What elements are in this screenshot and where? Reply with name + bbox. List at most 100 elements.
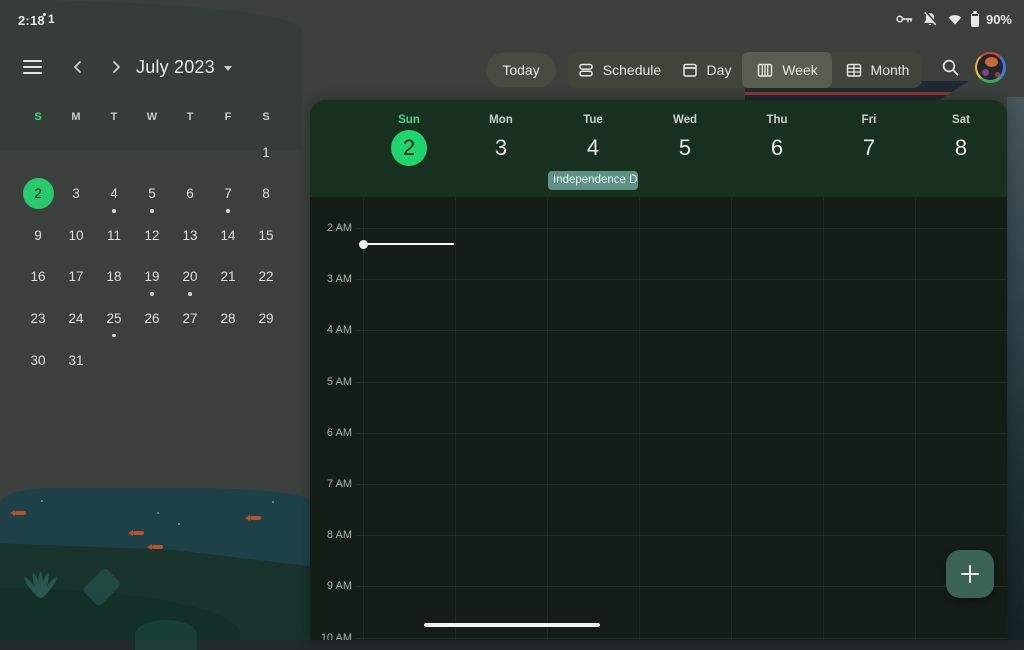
mini-date-cell[interactable]: 6 (171, 178, 209, 210)
event-dot-icon (188, 292, 192, 296)
mini-date-cell[interactable]: 11 (95, 219, 133, 251)
wifi-icon (946, 10, 964, 28)
mini-date-cell[interactable]: 12 (133, 219, 171, 251)
mini-date-cell[interactable]: 26 (133, 302, 171, 334)
fish-icon (250, 516, 261, 520)
week-day-header[interactable]: Sun2 (363, 100, 455, 197)
event-dot-icon (112, 334, 116, 338)
hour-label: 4 AM (310, 323, 352, 337)
mini-date-cell[interactable]: 22 (247, 261, 285, 293)
hour-label: 5 AM (310, 375, 352, 389)
mini-date-cell[interactable]: 10 (57, 219, 95, 251)
grid-hour-line (356, 484, 1007, 485)
bubble (272, 501, 274, 503)
mini-date-cell[interactable]: 7 (209, 178, 247, 210)
mini-date-cell[interactable]: 15 (247, 219, 285, 251)
month-selector[interactable]: July 2023 (136, 50, 232, 84)
battery-icon (971, 13, 979, 27)
grid-hour-line (356, 535, 1007, 536)
mini-date-cell[interactable]: 18 (95, 261, 133, 293)
next-week-button[interactable] (99, 50, 133, 84)
week-grid[interactable]: 2 AM3 AM4 AM5 AM6 AM7 AM8 AM9 AM10 AM (310, 197, 1007, 640)
mini-date-cell[interactable]: 3 (57, 178, 95, 210)
day-number: 6 (759, 130, 795, 166)
hour-label: 9 AM (310, 579, 352, 593)
bubble (41, 500, 43, 502)
chevron-right-icon (106, 57, 126, 77)
grid-column-line (547, 197, 548, 640)
mini-date-cell[interactable]: 16 (19, 261, 57, 293)
grid-hour-line (356, 279, 1007, 280)
mini-date-cell[interactable]: 24 (57, 302, 95, 334)
mini-date-cell[interactable]: 27 (171, 302, 209, 334)
week-day-header[interactable]: Sat8 (915, 100, 1007, 197)
mini-day-header: M (57, 111, 95, 123)
week-view-panel: Sun2Mon3Tue4Wed5Thu6Fri7Sat8Independence… (310, 100, 1007, 640)
hamburger-icon (23, 60, 42, 74)
week-icon (756, 61, 774, 79)
mini-date-cell[interactable]: 8 (247, 178, 285, 210)
mini-date-cell[interactable]: 13 (171, 219, 209, 251)
month-icon (845, 61, 863, 79)
mini-date-cell[interactable]: 31 (57, 344, 95, 376)
grid-column-line (455, 197, 456, 640)
mini-date-cell[interactable]: 9 (19, 219, 57, 251)
grid-hour-line (356, 586, 1007, 587)
avatar (975, 52, 1006, 83)
bubble (157, 512, 159, 514)
mini-day-header: S (19, 111, 57, 123)
mini-date-cell[interactable]: 14 (209, 219, 247, 251)
day-number: 7 (851, 130, 887, 166)
mini-calendar: SMTWTFS 12345678910111213141516171819202… (19, 105, 285, 385)
mini-date-cell[interactable]: 30 (19, 344, 57, 376)
account-avatar[interactable] (971, 48, 1009, 86)
mini-date-cell[interactable]: 28 (209, 302, 247, 334)
status-bar: 2:18 1 90% (0, 0, 1024, 42)
mini-date-cell[interactable]: 17 (57, 261, 95, 293)
grid-column-line (731, 197, 732, 640)
day-name: Tue (547, 114, 639, 126)
week-day-header[interactable]: Mon3 (455, 100, 547, 197)
mini-date-cell[interactable]: 25 (95, 302, 133, 334)
notifications-off-icon (921, 10, 939, 28)
mini-date-cell[interactable]: 29 (247, 302, 285, 334)
create-event-fab[interactable] (946, 550, 994, 598)
fish-icon (152, 545, 163, 549)
mini-date-cell[interactable]: 19 (133, 261, 171, 293)
day-number: 5 (667, 130, 703, 166)
event-dot-icon (150, 209, 154, 213)
view-tab-week[interactable]: Week (742, 52, 832, 88)
week-day-header[interactable]: Wed5 (639, 100, 731, 197)
event-dot-icon (150, 292, 154, 296)
view-tab-label: Schedule (603, 62, 661, 78)
plant-silhouette (135, 620, 197, 650)
fish-icon (15, 511, 26, 515)
mini-date-cell[interactable]: 5 (133, 178, 171, 210)
search-button[interactable] (933, 50, 967, 84)
today-button[interactable]: Today (486, 53, 556, 87)
day-number: 8 (943, 130, 979, 166)
week-day-header[interactable]: Thu6 (731, 100, 823, 197)
mini-date-cell[interactable]: 23 (19, 302, 57, 334)
mini-date-cell[interactable]: 20 (171, 261, 209, 293)
menu-button[interactable] (15, 50, 49, 84)
view-tab-day[interactable]: Day (670, 52, 742, 88)
grid-hour-line (356, 382, 1007, 383)
mini-date-cell[interactable]: 1 (247, 136, 285, 168)
view-tab-month[interactable]: Month (832, 52, 922, 88)
day-name: Fri (823, 114, 915, 126)
plant-silhouette (20, 558, 64, 598)
week-day-header[interactable]: Fri 7 (823, 100, 915, 197)
holiday-chip[interactable]: Independence Day (548, 171, 638, 190)
day-number: 2 (391, 130, 427, 166)
mini-date-cell[interactable]: 21 (209, 261, 247, 293)
mini-date-cell[interactable]: 2 (19, 178, 57, 210)
grid-hour-line (356, 638, 1007, 639)
view-tab-label: Day (707, 62, 732, 78)
day-name: Mon (455, 114, 547, 126)
view-tab-schedule[interactable]: Schedule (568, 52, 670, 88)
mini-date-cell[interactable]: 4 (95, 178, 133, 210)
app-header: July 2023 Today Schedule Day WeekMonth (0, 45, 1024, 95)
previous-week-button[interactable] (61, 50, 95, 84)
gesture-navigation-bar[interactable] (424, 623, 600, 627)
